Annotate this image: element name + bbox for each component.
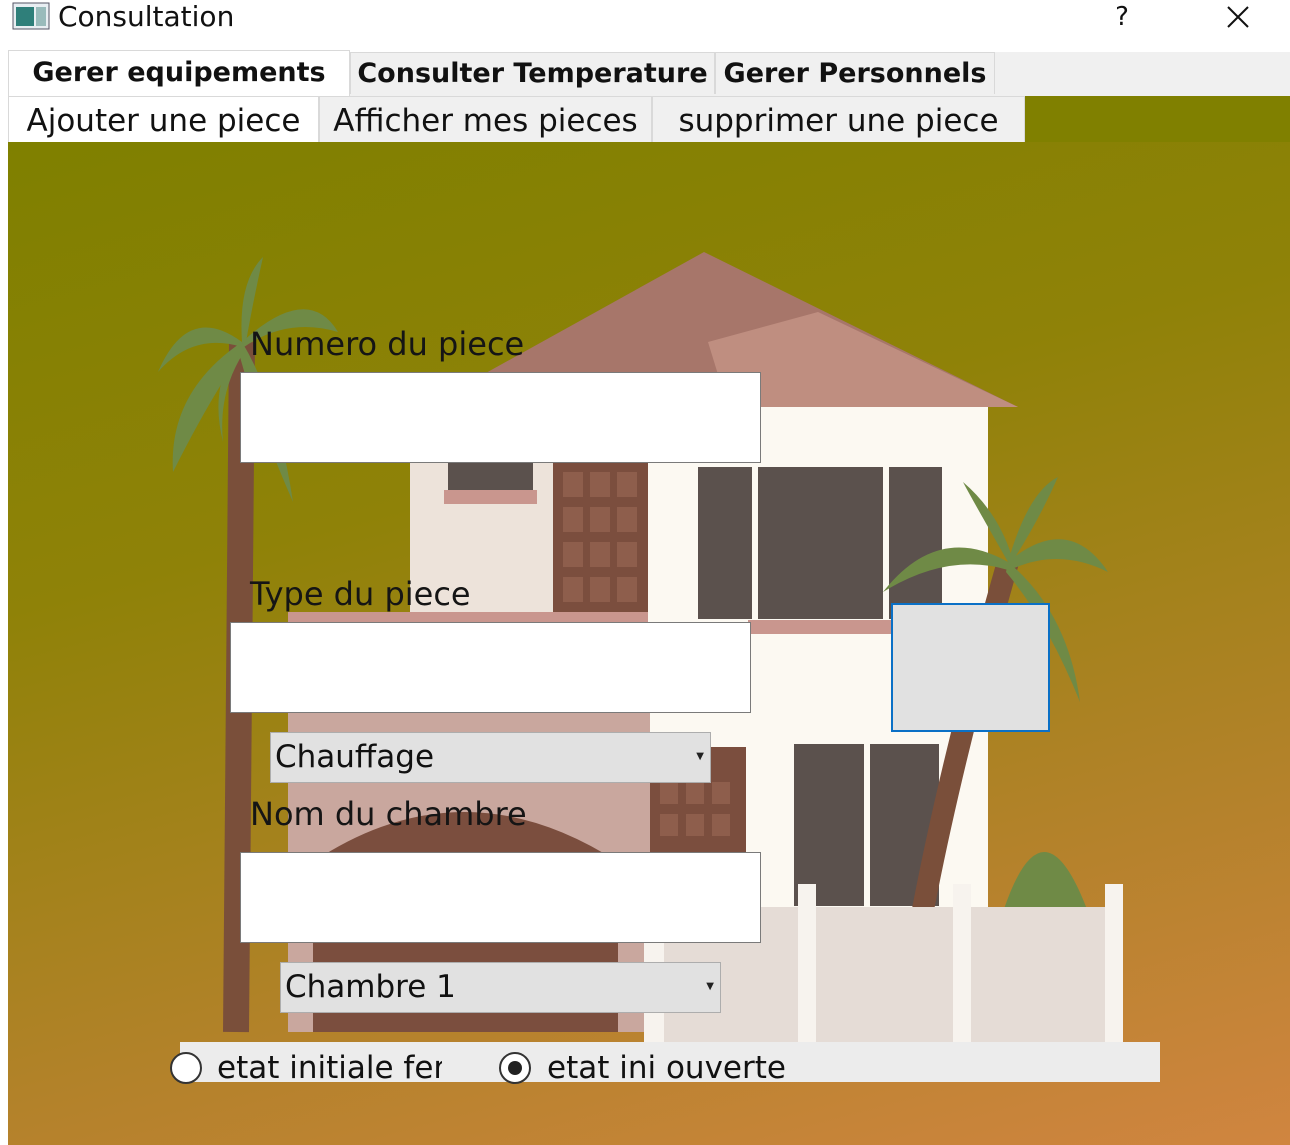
chevron-down-icon: ▼	[696, 751, 704, 762]
type-input[interactable]	[230, 622, 751, 713]
app-window-icon	[12, 2, 50, 30]
radio-etat-ferme-label: etat initiale ferm	[217, 1050, 442, 1086]
chevron-down-icon: ▼	[706, 981, 714, 992]
window-title: Consultation	[58, 0, 235, 33]
tab-consulter-temperature[interactable]: Consulter Temperature	[350, 52, 715, 94]
help-button[interactable]: ?	[1106, 0, 1138, 34]
tab-ajouter-piece[interactable]: Ajouter une piece	[8, 96, 319, 142]
radio-etat-ouverte[interactable]	[499, 1052, 531, 1084]
close-icon	[1227, 6, 1249, 28]
numero-label: Numero du piece	[250, 325, 525, 363]
radio-etat-ferme[interactable]	[170, 1052, 202, 1084]
nom-input[interactable]	[240, 852, 761, 943]
type-combo-value: Chauffage	[275, 739, 435, 775]
tab-gerer-equipements[interactable]: Gerer equipements	[8, 50, 350, 96]
radio-selected-dot	[508, 1061, 522, 1075]
tab-afficher-pieces[interactable]: Afficher mes pieces	[319, 96, 652, 142]
nom-label: Nom du chambre	[250, 795, 527, 833]
chambre-combo-value: Chambre 1	[285, 969, 456, 1005]
close-button[interactable]	[1218, 0, 1258, 34]
chambre-combo[interactable]: Chambre 1 ▼	[280, 962, 721, 1013]
radio-etat-ouverte-label: etat ini ouverte	[547, 1050, 786, 1086]
image-button[interactable]	[891, 603, 1050, 732]
type-label: Type du piece	[250, 575, 471, 613]
numero-input[interactable]	[240, 372, 761, 463]
tab-gerer-personnels[interactable]: Gerer Personnels	[715, 52, 995, 94]
type-combo[interactable]: Chauffage ▼	[270, 732, 711, 783]
tab-supprimer-piece[interactable]: supprimer une piece	[652, 96, 1025, 142]
